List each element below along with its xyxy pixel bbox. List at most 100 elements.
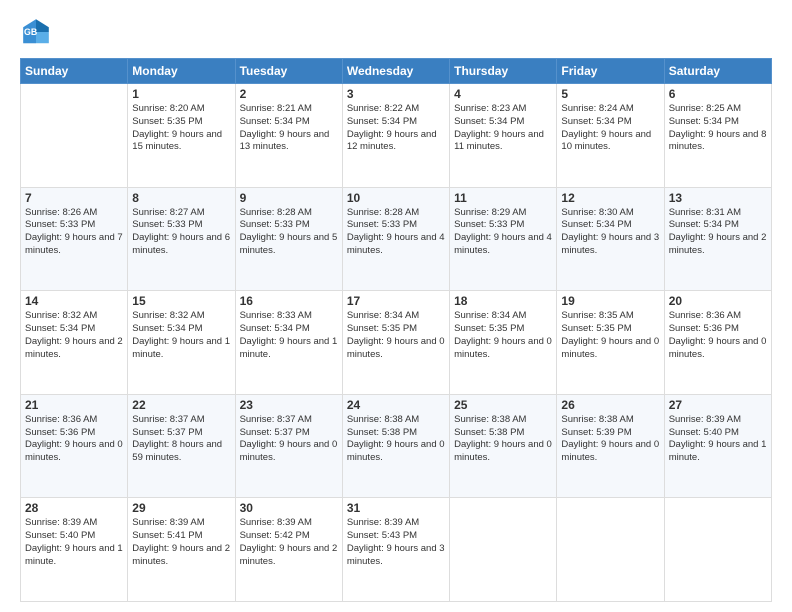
day-cell: 18 Sunrise: 8:34 AMSunset: 5:35 PMDayligh… [450,291,557,395]
day-cell: 9Sunrise: 8:28 AMSunset: 5:33 PMDaylight… [235,187,342,291]
week-row-1: 1Sunrise: 8:20 AMSunset: 5:35 PMDaylight… [21,84,772,188]
svg-text:GB: GB [24,27,37,37]
day-number: 26 [561,398,659,412]
day-info: Sunrise: 8:38 AMSunset: 5:38 PMDaylight:… [347,414,445,465]
day-cell: 28 Sunrise: 8:39 AMSunset: 5:40 PMDayligh… [21,498,128,602]
day-cell [21,84,128,188]
day-cell: 24 Sunrise: 8:38 AMSunset: 5:38 PMDayligh… [342,394,449,498]
day-number: 13 [669,191,767,205]
day-number: 15 [132,294,230,308]
day-info: Sunrise: 8:28 AMSunset: 5:33 PMDaylight:… [240,207,338,258]
day-cell: 4Sunrise: 8:23 AMSunset: 5:34 PMDaylight… [450,84,557,188]
day-number: 24 [347,398,445,412]
day-cell: 10 Sunrise: 8:28 AMSunset: 5:33 PMDayligh… [342,187,449,291]
day-info: Sunrise: 8:39 AMSunset: 5:42 PMDaylight:… [240,517,338,568]
weekday-header-row: SundayMondayTuesdayWednesdayThursdayFrid… [21,59,772,84]
day-info: Sunrise: 8:31 AMSunset: 5:34 PMDaylight:… [669,207,767,258]
day-cell: 7Sunrise: 8:26 AMSunset: 5:33 PMDaylight… [21,187,128,291]
day-cell [664,498,771,602]
day-number: 10 [347,191,445,205]
day-info: Sunrise: 8:24 AMSunset: 5:34 PMDaylight:… [561,103,659,154]
day-cell: 6 Sunrise: 8:25 AMSunset: 5:34 PMDaylight… [664,84,771,188]
page: GB SundayMondayTuesdayWednesdayThursdayF… [0,0,792,612]
day-cell: 3 Sunrise: 8:22 AMSunset: 5:34 PMDaylight… [342,84,449,188]
weekday-saturday: Saturday [664,59,771,84]
day-cell: 12 Sunrise: 8:30 AMSunset: 5:34 PMDayligh… [557,187,664,291]
day-number: 7 [25,191,123,205]
week-row-4: 21 Sunrise: 8:36 AMSunset: 5:36 PMDayligh… [21,394,772,498]
day-number: 25 [454,398,552,412]
day-cell: 1Sunrise: 8:20 AMSunset: 5:35 PMDaylight… [128,84,235,188]
day-info: Sunrise: 8:37 AMSunset: 5:37 PMDaylight:… [132,414,230,465]
day-number: 3 [347,87,445,101]
day-cell: 21 Sunrise: 8:36 AMSunset: 5:36 PMDayligh… [21,394,128,498]
day-number: 12 [561,191,659,205]
day-info: Sunrise: 8:36 AMSunset: 5:36 PMDaylight:… [669,310,767,361]
day-cell: 5Sunrise: 8:24 AMSunset: 5:34 PMDaylight… [557,84,664,188]
day-info: Sunrise: 8:39 AMSunset: 5:43 PMDaylight:… [347,517,445,568]
day-info: Sunrise: 8:39 AMSunset: 5:40 PMDaylight:… [25,517,123,568]
logo: GB [20,16,56,48]
day-cell: 14Sunrise: 8:32 AMSunset: 5:34 PMDayligh… [21,291,128,395]
day-info: Sunrise: 8:22 AMSunset: 5:34 PMDaylight:… [347,103,445,154]
day-number: 27 [669,398,767,412]
day-info: Sunrise: 8:29 AMSunset: 5:33 PMDaylight:… [454,207,552,258]
day-number: 6 [669,87,767,101]
day-info: Sunrise: 8:38 AMSunset: 5:38 PMDaylight:… [454,414,552,465]
day-cell: 17 Sunrise: 8:34 AMSunset: 5:35 PMDayligh… [342,291,449,395]
day-info: Sunrise: 8:32 AMSunset: 5:34 PMDaylight:… [132,310,230,361]
day-cell: 25 Sunrise: 8:38 AMSunset: 5:38 PMDayligh… [450,394,557,498]
calendar-table: SundayMondayTuesdayWednesdayThursdayFrid… [20,58,772,602]
day-number: 17 [347,294,445,308]
day-number: 21 [25,398,123,412]
day-info: Sunrise: 8:39 AMSunset: 5:41 PMDaylight:… [132,517,230,568]
day-info: Sunrise: 8:21 AMSunset: 5:34 PMDaylight:… [240,103,338,154]
day-cell: 29 Sunrise: 8:39 AMSunset: 5:41 PMDayligh… [128,498,235,602]
weekday-monday: Monday [128,59,235,84]
day-cell [450,498,557,602]
day-info: Sunrise: 8:35 AMSunset: 5:35 PMDaylight:… [561,310,659,361]
day-info: Sunrise: 8:38 AMSunset: 5:39 PMDaylight:… [561,414,659,465]
week-row-5: 28 Sunrise: 8:39 AMSunset: 5:40 PMDayligh… [21,498,772,602]
day-cell: 22 Sunrise: 8:37 AMSunset: 5:37 PMDayligh… [128,394,235,498]
day-number: 18 [454,294,552,308]
day-info: Sunrise: 8:34 AMSunset: 5:35 PMDaylight:… [347,310,445,361]
day-number: 28 [25,501,123,515]
week-row-3: 14 Sunrise: 8:32 AMSunset: 5:34 PMDayligh… [21,291,772,395]
day-number: 30 [240,501,338,515]
day-cell: 31 Sunrise: 8:39 AMSunset: 5:43 PMDayligh… [342,498,449,602]
day-number: 19 [561,294,659,308]
day-info: Sunrise: 8:39 AMSunset: 5:40 PMDaylight:… [669,414,767,465]
day-info: Sunrise: 8:27 AMSunset: 5:33 PMDaylight:… [132,207,230,258]
weekday-thursday: Thursday [450,59,557,84]
day-number: 23 [240,398,338,412]
day-cell: 26 Sunrise: 8:38 AMSunset: 5:39 PMDayligh… [557,394,664,498]
weekday-wednesday: Wednesday [342,59,449,84]
day-number: 20 [669,294,767,308]
day-cell: 23 Sunrise: 8:37 AMSunset: 5:37 PMDayligh… [235,394,342,498]
day-number: 29 [132,501,230,515]
day-number: 8 [132,191,230,205]
day-info: Sunrise: 8:25 AMSunset: 5:34 PMDaylight:… [669,103,767,154]
day-number: 2 [240,87,338,101]
day-info: Sunrise: 8:37 AMSunset: 5:37 PMDaylight:… [240,414,338,465]
day-cell: 8 Sunrise: 8:27 AMSunset: 5:33 PMDaylight… [128,187,235,291]
day-info: Sunrise: 8:23 AMSunset: 5:34 PMDaylight:… [454,103,552,154]
day-number: 11 [454,191,552,205]
week-row-2: 7Sunrise: 8:26 AMSunset: 5:33 PMDaylight… [21,187,772,291]
weekday-friday: Friday [557,59,664,84]
day-cell: 11 Sunrise: 8:29 AMSunset: 5:33 PMDayligh… [450,187,557,291]
day-info: Sunrise: 8:30 AMSunset: 5:34 PMDaylight:… [561,207,659,258]
day-info: Sunrise: 8:28 AMSunset: 5:33 PMDaylight:… [347,207,445,258]
weekday-tuesday: Tuesday [235,59,342,84]
day-info: Sunrise: 8:34 AMSunset: 5:35 PMDaylight:… [454,310,552,361]
weekday-sunday: Sunday [21,59,128,84]
day-cell: 15 Sunrise: 8:32 AMSunset: 5:34 PMDayligh… [128,291,235,395]
day-cell: 19 Sunrise: 8:35 AMSunset: 5:35 PMDayligh… [557,291,664,395]
day-number: 14 [25,294,123,308]
day-number: 22 [132,398,230,412]
day-number: 31 [347,501,445,515]
header: GB [20,16,772,48]
day-number: 1 [132,87,230,101]
day-info: Sunrise: 8:36 AMSunset: 5:36 PMDaylight:… [25,414,123,465]
